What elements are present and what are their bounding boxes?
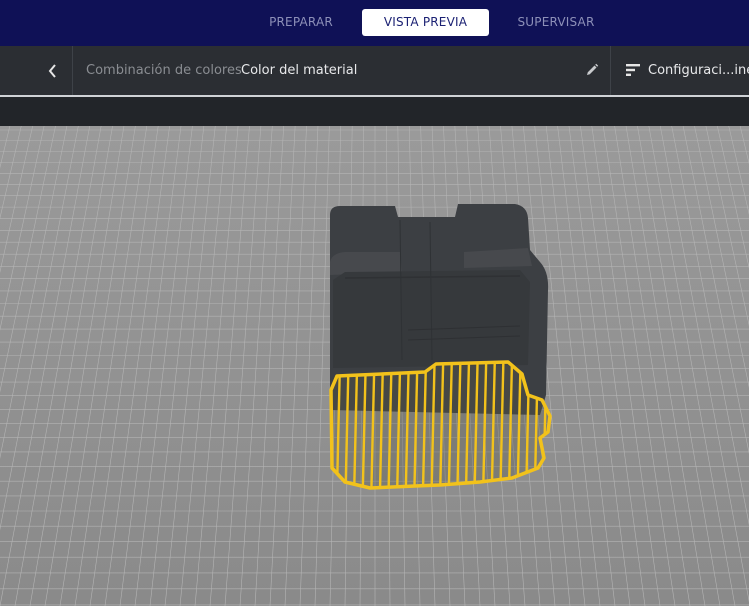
current-layer-infill	[329, 360, 552, 490]
print-settings-button[interactable]: Configuraci...ine -	[611, 46, 749, 95]
preview-toolbar: Combinación de colores Color del materia…	[0, 46, 749, 97]
pencil-icon[interactable]	[584, 62, 600, 78]
chevron-left-icon	[48, 63, 56, 78]
back-button[interactable]	[0, 46, 73, 95]
tab-preview[interactable]: VISTA PREVIA	[362, 9, 489, 36]
tab-prepare[interactable]: PREPARAR	[256, 9, 346, 36]
color-scheme-select[interactable]: Color del material	[241, 46, 357, 95]
viewport-top-strip	[0, 97, 749, 126]
tab-monitor[interactable]: SUPERVISAR	[508, 9, 604, 36]
stage-header: PREPARAR VISTA PREVIA SUPERVISAR	[0, 0, 749, 46]
print-settings-label: Configuraci...ine -	[648, 63, 749, 78]
color-scheme-label: Combinación de colores	[86, 63, 242, 78]
print-settings-icon	[626, 64, 640, 76]
preview-viewport[interactable]	[0, 126, 749, 606]
